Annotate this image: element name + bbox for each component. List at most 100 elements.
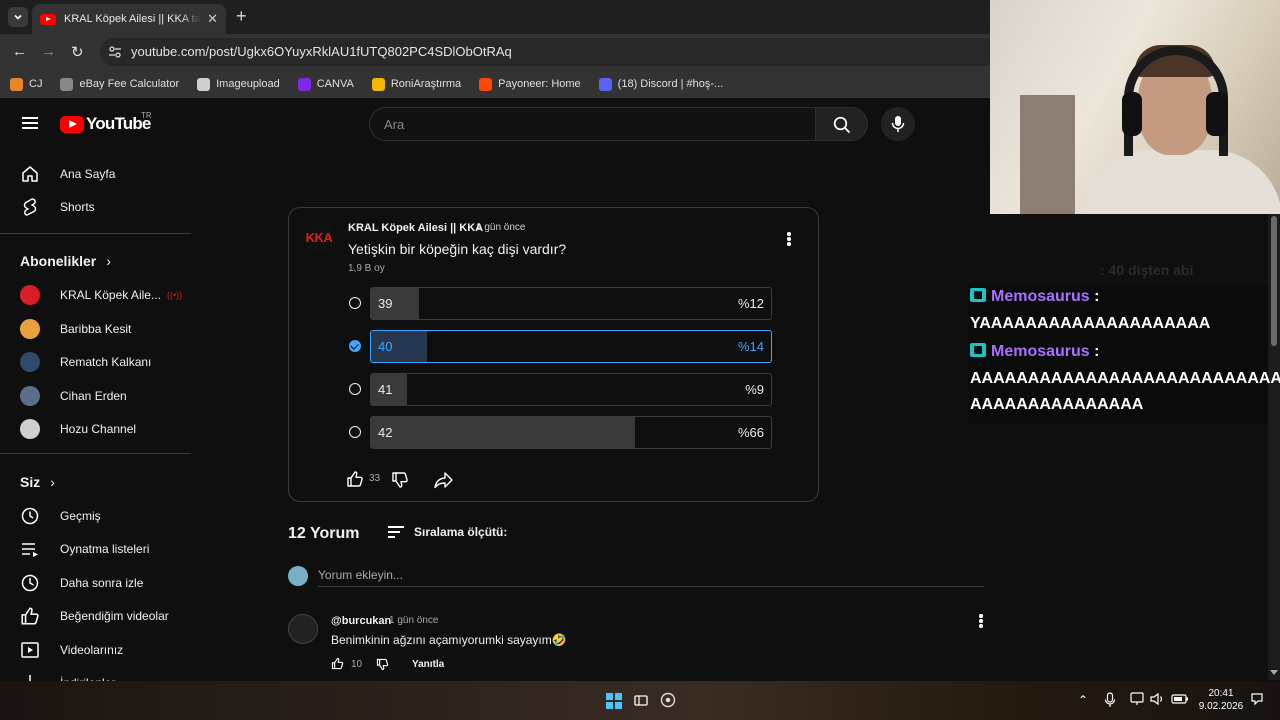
poll-option[interactable]: 39 %12 [370, 287, 772, 320]
sort-label: Sıralama ölçütü: [414, 525, 508, 539]
sidebar-item-your-videos[interactable]: Videolarınız [20, 635, 123, 665]
poll-option-label: 39 [378, 296, 393, 311]
sidebar-item-liked[interactable]: Beğendiğim videolar [20, 601, 169, 631]
windows-start-icon[interactable] [606, 693, 622, 709]
tray-chevron-up-icon[interactable]: ⌃ [1078, 693, 1088, 707]
sidebar-item-subscription[interactable]: Rematch Kalkanı [20, 347, 151, 377]
tab-list-button[interactable] [8, 7, 28, 27]
commenter-avatar[interactable] [288, 614, 318, 644]
chat-separator: : [1089, 288, 1100, 305]
sidebar-item-subscription[interactable]: Baribba Kesit [20, 314, 131, 344]
search-button[interactable] [815, 107, 868, 141]
sidebar-item-subscription[interactable]: Cihan Erden [20, 381, 127, 411]
poll-option[interactable]: 41 %9 [370, 373, 772, 406]
comment-like-icon[interactable] [331, 657, 344, 670]
channel-avatar[interactable]: KKA [303, 221, 335, 253]
omnibox[interactable]: youtube.com/post/Ugkx6OYuyxRklAU1fUTQ802… [100, 38, 1000, 66]
bookmark-item[interactable]: eBay Fee Calculator [60, 77, 179, 91]
comment-menu-icon[interactable] [979, 614, 983, 628]
bookmark-item[interactable]: (18) Discord | #hoş-... [598, 77, 723, 91]
poll-option[interactable]: 42 %66 [370, 416, 772, 449]
back-icon[interactable]: ← [12, 43, 27, 60]
bookmark-favicon-icon [371, 77, 385, 91]
bookmark-favicon-icon [10, 77, 23, 91]
bookmark-favicon-icon [598, 77, 612, 91]
tray-network-icon[interactable] [1130, 692, 1146, 708]
bookmark-label: CJ [29, 78, 43, 90]
scrollbar-thumb[interactable] [1271, 216, 1277, 346]
scroll-down-arrow-icon[interactable] [1269, 669, 1279, 677]
new-tab-icon[interactable]: + [236, 6, 247, 27]
history-icon [20, 506, 40, 526]
add-comment-input[interactable]: Yorum ekleyin... [318, 568, 403, 582]
watch-later-icon [20, 573, 40, 593]
bookmark-item[interactable]: RoniAraştırma [371, 77, 461, 91]
search-icon [833, 116, 851, 134]
forward-icon[interactable]: → [41, 43, 56, 60]
sidebar-item-watch-later[interactable]: Daha sonra izle [20, 568, 143, 598]
sidebar-item-label: Beğendiğim videolar [60, 609, 169, 624]
search-input[interactable]: Ara [369, 107, 816, 141]
sidebar-item-subscription[interactable]: KRAL Köpek Aile... ((•)) [20, 280, 182, 310]
comment-dislike-icon[interactable] [376, 658, 389, 671]
clock-date[interactable]: 9.02.2026 [1196, 701, 1246, 712]
sidebar-item-subscription[interactable]: Hozu Channel [20, 414, 136, 444]
browser-tab-active[interactable]: KRAL Köpek Ailesi || KKA tarafından ✕ [32, 4, 226, 34]
sidebar-item-history[interactable]: Geçmiş [20, 501, 101, 531]
task-view-icon[interactable] [634, 693, 650, 709]
radio-icon[interactable] [349, 383, 361, 395]
bookmark-favicon-icon [479, 77, 493, 91]
radio-selected-icon[interactable] [349, 340, 361, 352]
site-info-icon[interactable] [108, 45, 122, 59]
comment-time: 1 gün önce [389, 615, 439, 626]
sort-button[interactable]: Sıralama ölçütü: [388, 525, 507, 539]
bookmark-item[interactable]: Payoneer: Home [479, 77, 581, 91]
reload-icon[interactable]: ↻ [71, 43, 84, 61]
poll-option[interactable]: 40 %14 [370, 330, 772, 363]
post-menu-icon[interactable] [787, 232, 791, 246]
poll-question: Yetişkin bir köpeğin kaç dişi vardır? [348, 241, 567, 257]
poll-option-percent: %12 [737, 296, 764, 311]
tray-battery-icon[interactable] [1171, 692, 1188, 708]
post-author[interactable]: KRAL Köpek Ailesi || KKA [348, 222, 483, 234]
sidebar-item-downloads[interactable]: İndirilenler [20, 668, 115, 681]
webcam-overlay [990, 0, 1280, 214]
sidebar-item-home[interactable]: Ana Sayfa [20, 159, 115, 189]
comment-author[interactable]: @burcukan [331, 615, 391, 627]
chrome-taskbar-icon[interactable] [660, 692, 676, 708]
bookmark-item[interactable]: CANVA [297, 77, 354, 91]
sidebar-item-playlists[interactable]: Oynatma listeleri [20, 534, 149, 564]
comment-input-underline [318, 586, 984, 587]
youtube-logo[interactable]: YouTube TR [60, 111, 152, 134]
menu-icon[interactable] [22, 117, 38, 129]
comment-count: 12 Yorum [288, 525, 360, 542]
tray-volume-icon[interactable] [1150, 692, 1166, 708]
reply-button[interactable]: Yanıtla [412, 659, 444, 670]
chat-message-header: Memosaurus : [970, 343, 1099, 361]
bookmark-item[interactable]: Imageupload [197, 77, 280, 91]
radio-icon[interactable] [349, 297, 361, 309]
tab-close-icon[interactable]: ✕ [207, 11, 218, 27]
share-icon[interactable] [434, 471, 454, 489]
downloads-icon [20, 673, 40, 681]
sidebar-item-shorts[interactable]: Shorts [20, 192, 95, 222]
url-text: youtube.com/post/Ugkx6OYuyxRklAU1fUTQ802… [131, 44, 512, 59]
poll-option-label: 40 [378, 339, 393, 354]
subscriptions-heading[interactable]: Abonelikler › [20, 253, 111, 269]
home-icon [20, 164, 40, 184]
dislike-icon[interactable] [391, 471, 409, 489]
notification-icon[interactable] [1250, 692, 1266, 708]
like-icon[interactable] [346, 470, 364, 488]
tray-microphone-icon[interactable] [1104, 692, 1120, 708]
sidebar-item-label: Cihan Erden [60, 388, 127, 403]
faded-chat-text: : 40 dişten abi [1100, 262, 1194, 278]
bookmark-item[interactable]: CJ [10, 77, 43, 91]
clock-time[interactable]: 20:41 [1200, 688, 1242, 699]
sidebar-item-label: Hozu Channel [60, 422, 137, 436]
chat-badge-icon [970, 343, 986, 357]
you-heading[interactable]: Siz › [20, 474, 55, 490]
chevron-right-icon: › [50, 474, 55, 490]
radio-icon[interactable] [349, 426, 361, 438]
voice-search-button[interactable] [881, 107, 915, 141]
comment-text: Benimkinin ağzını açamıyorumki sayayım🤣 [331, 633, 567, 647]
